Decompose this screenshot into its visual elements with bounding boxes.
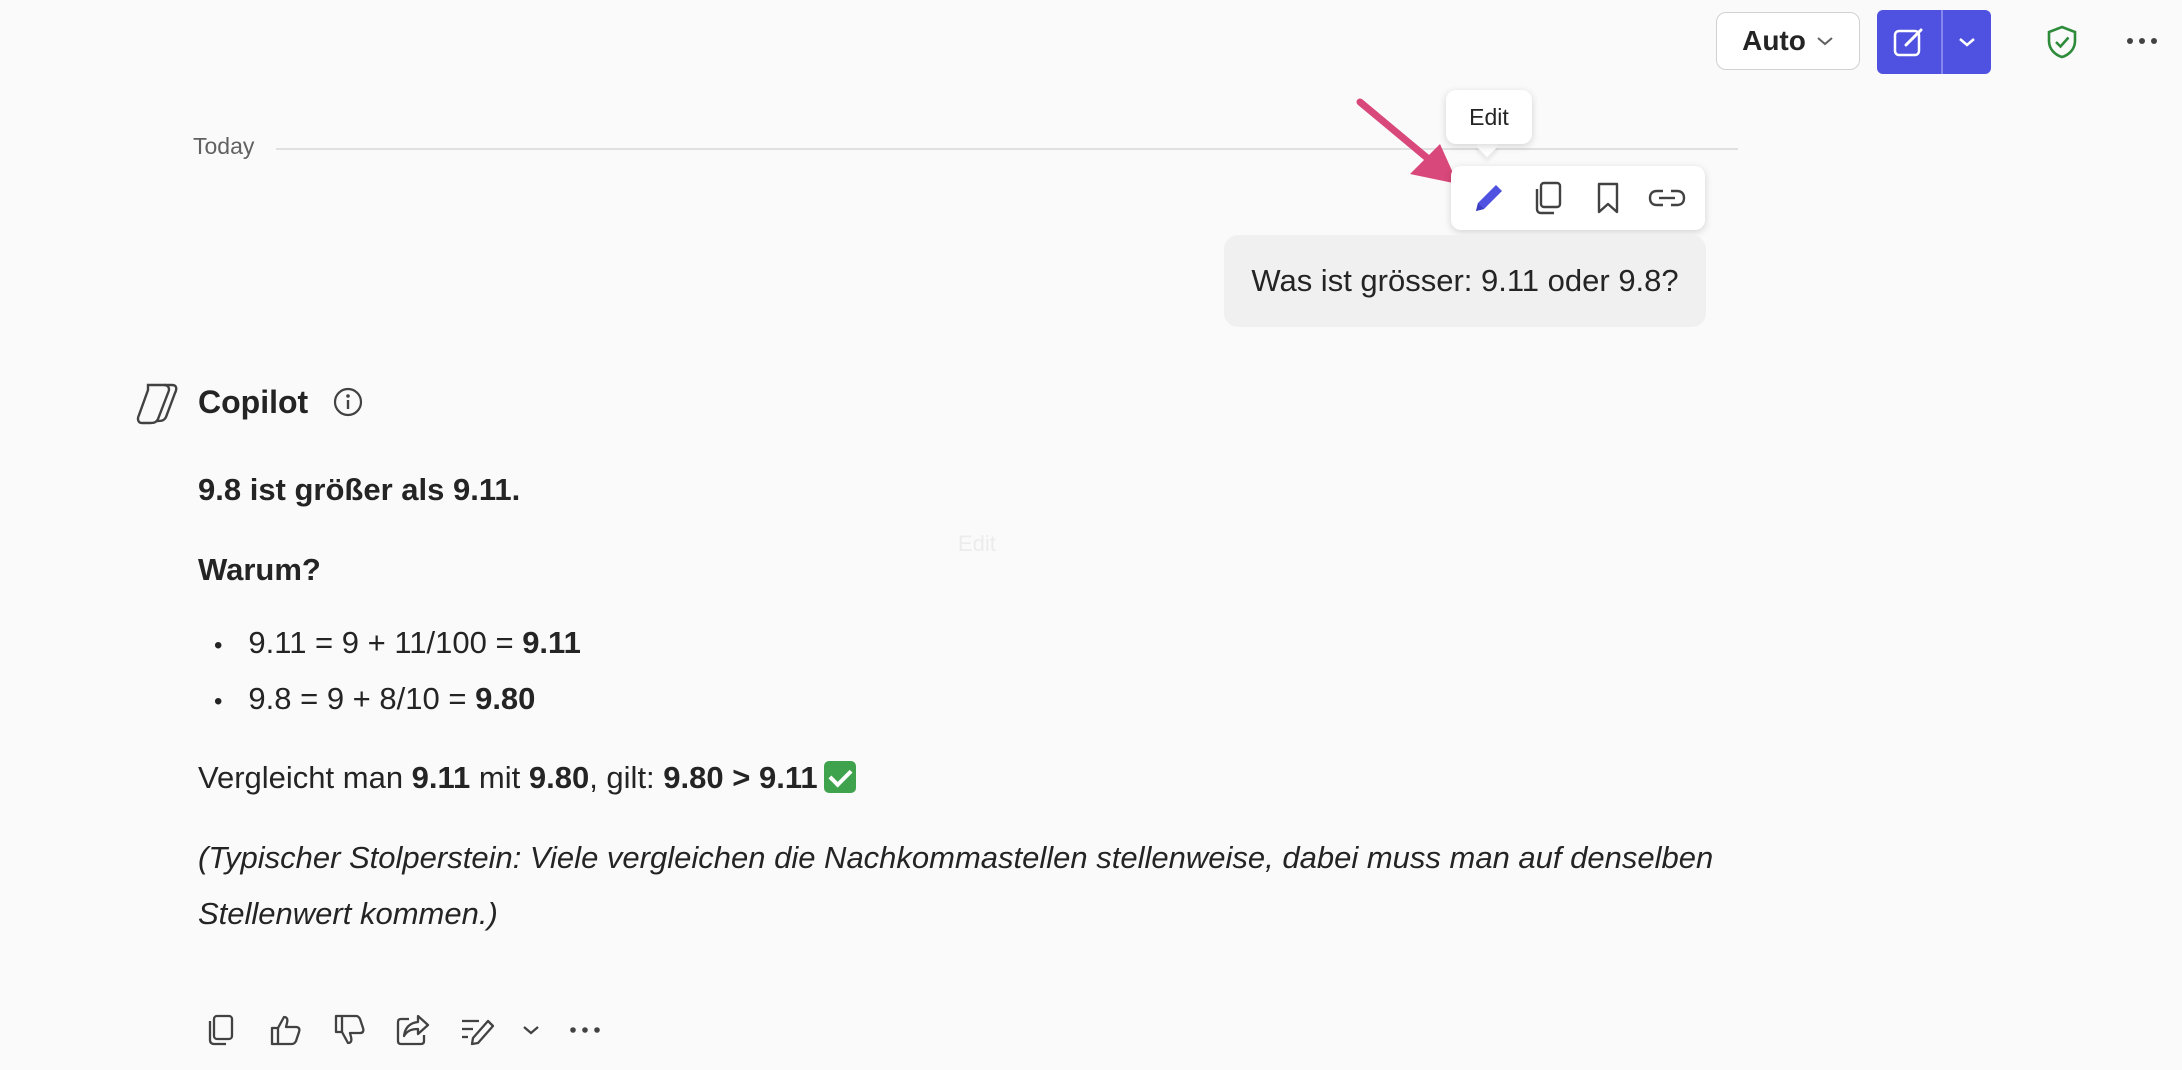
- bullet-result: 9.80: [475, 681, 536, 716]
- mode-select[interactable]: Auto: [1716, 12, 1860, 70]
- more-icon[interactable]: [2124, 28, 2160, 54]
- answer-text: 9.8 ist größer als 9.11.: [198, 472, 521, 507]
- new-chat-options-button[interactable]: [1943, 10, 1991, 74]
- shield-check-icon[interactable]: [2044, 24, 2080, 60]
- thumbs-down-button[interactable]: [328, 1009, 370, 1051]
- mode-label: Auto: [1742, 25, 1806, 56]
- chevron-down-icon: [523, 1026, 539, 1035]
- copilot-logo-icon: [136, 383, 178, 425]
- comparison-sentence: Vergleicht man 9.11 mit 9.80, gilt: 9.80…: [198, 760, 856, 796]
- new-chat-button[interactable]: [1877, 10, 1941, 74]
- link-button[interactable]: [1645, 176, 1689, 220]
- more-actions-button[interactable]: [564, 1009, 606, 1051]
- compose-icon: [1893, 28, 1923, 57]
- thumbs-up-icon: [270, 1015, 301, 1046]
- ghost-edit-label: Edit: [958, 531, 996, 556]
- note-line-1: (Typischer Stolperstein: Viele vergleich…: [198, 840, 1714, 875]
- share-icon: [396, 1014, 430, 1046]
- list-item: • 9.11 = 9 + 11/100 = 9.11: [214, 625, 581, 660]
- why-heading: Warum?: [198, 552, 321, 587]
- copy-response-button[interactable]: [200, 1009, 242, 1051]
- copy-button[interactable]: [1526, 176, 1570, 220]
- assistant-name: Copilot: [198, 384, 309, 420]
- bullet-expression: 9.11 = 9 + 11/100 =: [248, 625, 523, 660]
- chevron-down-icon: [1959, 38, 1975, 47]
- thumbs-down-icon: [334, 1014, 365, 1045]
- rewrite-options-button[interactable]: [520, 1009, 542, 1051]
- rewrite-button[interactable]: [456, 1009, 498, 1051]
- edit-button[interactable]: [1467, 176, 1511, 220]
- new-chat-split-button[interactable]: [1877, 10, 1991, 74]
- message-toolbar: [1451, 166, 1705, 230]
- link-icon: [1649, 189, 1686, 207]
- note-line-2: Stellenwert kommen.): [198, 896, 498, 931]
- copy-icon: [208, 1014, 234, 1046]
- user-message-bubble: Was ist grösser: 9.11 oder 9.8?: [1224, 235, 1706, 327]
- rewrite-icon: [462, 1019, 495, 1046]
- checkmark-icon: [823, 761, 856, 793]
- edit-icon: [1475, 185, 1502, 211]
- info-icon[interactable]: [332, 386, 364, 418]
- bullet-expression: 9.8 = 9 + 8/10 =: [248, 681, 476, 716]
- response-actions: [200, 1006, 606, 1054]
- date-divider-line: [276, 148, 1738, 150]
- bookmark-icon: [1597, 182, 1618, 214]
- chevron-down-icon: [1817, 37, 1833, 46]
- date-divider-label: Today: [193, 133, 255, 159]
- list-item: • 9.8 = 9 + 8/10 = 9.80: [214, 681, 536, 716]
- bullet-result: 9.11: [522, 625, 581, 660]
- more-icon: [570, 1027, 600, 1033]
- thumbs-up-button[interactable]: [264, 1009, 306, 1051]
- bookmark-button[interactable]: [1586, 176, 1630, 220]
- share-button[interactable]: [392, 1009, 434, 1051]
- copy-icon: [1536, 181, 1562, 215]
